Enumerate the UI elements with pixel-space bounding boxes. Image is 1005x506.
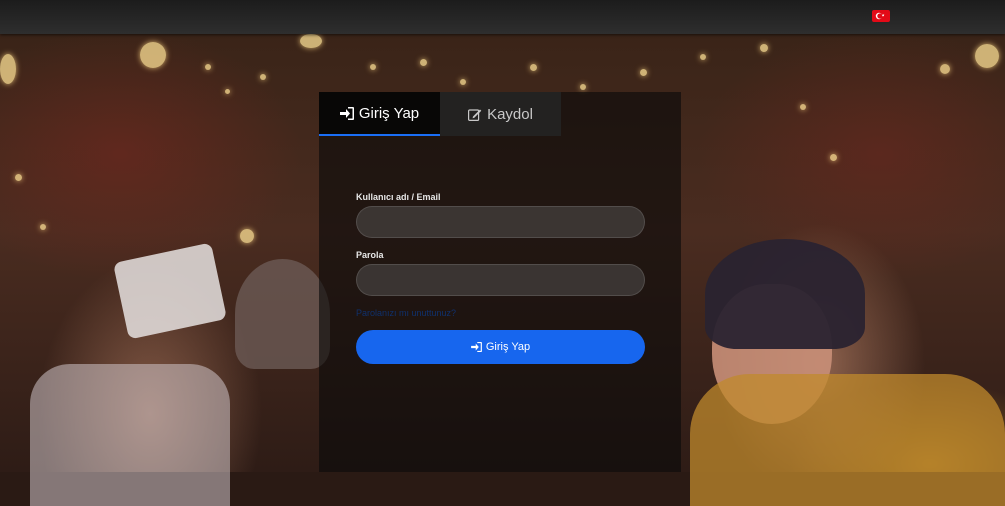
bokeh-light [975,44,999,68]
bokeh-light [800,104,806,110]
bokeh-light [300,34,322,48]
bokeh-light [140,42,166,68]
password-label: Parola [356,250,384,260]
tab-register-label: Kaydol [487,105,533,123]
login-submit-label: Giriş Yap [485,341,531,353]
bokeh-light [205,64,211,70]
bokeh-light [225,89,230,94]
background-shape [690,374,1005,506]
bokeh-light [240,229,254,243]
bokeh-light [940,64,950,74]
background-shape [705,239,865,349]
tab-login[interactable]: Giriş Yap [319,92,440,136]
bokeh-light [15,174,22,181]
bokeh-light [830,154,837,161]
bokeh-light [580,84,586,90]
bokeh-light [0,54,16,84]
turkey-flag-icon[interactable] [872,10,890,22]
background-phone [112,242,228,340]
bokeh-light [370,64,376,70]
bokeh-light [460,79,466,85]
bokeh-light [530,64,537,71]
tab-login-label: Giriş Yap [358,104,420,122]
sign-in-icon [470,342,482,352]
bokeh-light [640,69,647,76]
background-shape [30,364,230,506]
login-panel: Giriş Yap Kaydol Kullanıcı adı / Email P… [319,92,681,472]
username-field[interactable] [356,206,645,238]
auth-tabs: Giriş Yap Kaydol [319,92,681,136]
password-field[interactable] [356,264,645,296]
bokeh-light [260,74,266,80]
bokeh-light [760,44,768,52]
forgot-password-link[interactable]: Parolanızı mı unuttunuz? [356,308,456,318]
bokeh-light [420,59,427,66]
tab-register[interactable]: Kaydol [440,92,561,136]
edit-icon [468,108,482,121]
background-shape [235,259,330,369]
username-label: Kullanıcı adı / Email [356,192,441,202]
login-submit-button[interactable]: Giriş Yap [356,330,645,364]
bokeh-light [700,54,706,60]
sign-in-icon [339,106,354,120]
top-navbar [0,0,1005,34]
bokeh-light [40,224,46,230]
